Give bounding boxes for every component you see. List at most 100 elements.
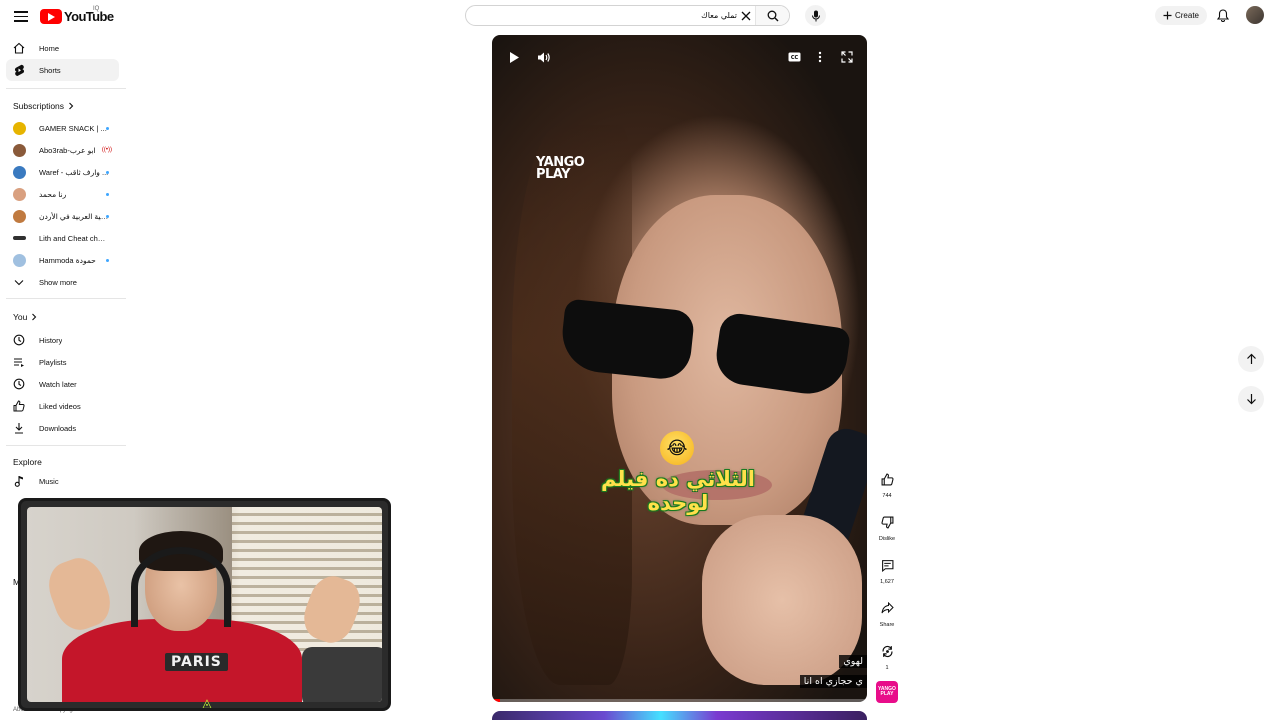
captions-button[interactable]: CC: [784, 47, 804, 67]
search-button[interactable]: [755, 6, 789, 25]
previous-short-button[interactable]: [1238, 346, 1264, 372]
like-button[interactable]: 744: [876, 468, 898, 499]
sidebar-item-playlists[interactable]: Playlists: [6, 351, 119, 373]
you-title: You: [13, 312, 28, 322]
fullscreen-button[interactable]: [837, 47, 857, 67]
sidebar-subscription-abo3rab[interactable]: Abo3rab-ابو عرب ((•)): [6, 139, 119, 161]
live-icon: ((•)): [101, 147, 112, 153]
show-more-button[interactable]: Show more: [6, 271, 119, 293]
clear-search-icon[interactable]: [737, 7, 755, 25]
playlists-icon: [12, 355, 26, 369]
dislike-button[interactable]: Dislike: [876, 511, 898, 542]
create-button[interactable]: Create: [1155, 6, 1207, 25]
video-caption: الثلاثي ده فيلم لوحده: [601, 467, 755, 515]
sidebar-subscription-gamer-snack[interactable]: GAMER SNACK | ...: [6, 117, 119, 139]
sidebar-item-home[interactable]: Home: [6, 37, 119, 59]
thumbs-down-icon: [876, 511, 898, 533]
like-count: 744: [882, 493, 892, 499]
sidebar-subscription-hammoda[interactable]: Hammoda حمودة: [6, 249, 119, 271]
menu-icon[interactable]: [12, 8, 30, 24]
comments-count: 1,627: [880, 579, 894, 585]
sidebar-subscription-waref[interactable]: Waref - وارف ثاقب ...: [6, 161, 119, 183]
channel-avatar: [13, 121, 26, 135]
sidebar-item-label: Watch later: [39, 379, 77, 389]
channel-avatar: [13, 236, 26, 240]
chevron-down-icon: [12, 275, 26, 289]
sidebar-subscription-lith[interactable]: Lith and Cheat chan...: [6, 227, 119, 249]
microphone-icon: [811, 10, 820, 21]
video-frame-hand: [702, 515, 862, 685]
shorts-video-player[interactable]: CC YANGO PLAY 😂 الثلاثي ده فيلم لوحده له…: [492, 35, 867, 702]
sidebar-item-label: History: [39, 335, 63, 345]
svg-text:CC: CC: [790, 55, 798, 61]
shirt-text: PARIS: [165, 653, 228, 671]
remix-button[interactable]: 1: [876, 640, 898, 671]
comments-button[interactable]: 1,627: [876, 554, 898, 585]
sidebar-item-shorts[interactable]: Shorts: [6, 59, 119, 81]
bell-icon: [1216, 9, 1229, 22]
new-content-dot: [106, 192, 109, 196]
play-button[interactable]: [504, 47, 524, 67]
brand-watermark-line2: PLAY: [536, 167, 571, 182]
chevron-right-icon: [69, 102, 74, 110]
subscriptions-heading[interactable]: Subscriptions: [13, 101, 74, 111]
sidebar-item-label: Home: [39, 43, 60, 53]
history-icon: [12, 333, 26, 347]
sidebar-item-label: Music: [39, 476, 59, 486]
shorts-icon: [12, 63, 26, 77]
sidebar-item-history[interactable]: History: [6, 329, 119, 351]
arrow-down-icon: [1246, 394, 1256, 405]
channel-avatar: [13, 187, 26, 201]
new-content-dot: [106, 170, 109, 174]
search-bar: [465, 5, 790, 26]
channel-avatar: [13, 165, 26, 179]
subtitle-line-2: ي حجازي اه انا: [799, 675, 867, 688]
top-bar: YouTube IQ Create: [0, 0, 1280, 32]
account-avatar[interactable]: [1246, 6, 1264, 24]
voice-search-button[interactable]: [805, 5, 826, 26]
sidebar-divider: [6, 445, 126, 446]
logo-text: YouTube: [64, 8, 114, 24]
share-button[interactable]: Share: [876, 597, 898, 628]
notifications-button[interactable]: [1213, 6, 1232, 25]
search-input[interactable]: [466, 6, 737, 25]
next-short-preview[interactable]: [492, 711, 867, 720]
channel-avatar: [13, 143, 26, 157]
channel-avatar: [13, 253, 26, 267]
youtube-play-icon: [40, 8, 62, 24]
progress-bar-fill: [492, 699, 500, 702]
new-content-dot: [106, 258, 109, 262]
webcam-overlay: PARIS ◬: [18, 498, 391, 711]
home-icon: [12, 41, 26, 55]
sidebar-item-label: GAMER SNACK | ...: [39, 123, 107, 133]
next-short-button[interactable]: [1238, 386, 1264, 412]
sidebar-item-label: Waref - وارف ثاقب ...: [39, 167, 109, 177]
headset-icon: [131, 547, 231, 627]
music-icon: [12, 474, 26, 488]
sidebar-item-downloads[interactable]: Downloads: [6, 417, 119, 439]
subtitle-line-1: لهوي: [839, 655, 867, 668]
new-content-dot: [106, 214, 109, 218]
sidebar-item-music[interactable]: Music: [6, 470, 119, 492]
sidebar-item-watch-later[interactable]: Watch later: [6, 373, 119, 395]
sidebar-item-label: حر مجية العربية في الأردن: [39, 211, 109, 221]
you-heading[interactable]: You: [13, 312, 37, 322]
sidebar-item-label: Shorts: [39, 65, 61, 75]
progress-bar[interactable]: [492, 699, 867, 702]
sidebar-subscription-jordan[interactable]: حر مجية العربية في الأردن: [6, 205, 119, 227]
youtube-logo[interactable]: YouTube: [40, 8, 114, 24]
create-label: Create: [1174, 11, 1199, 20]
volume-button[interactable]: [534, 47, 554, 67]
download-icon: [12, 421, 26, 435]
thumbs-up-icon: [12, 399, 26, 413]
sidebar-item-liked-videos[interactable]: Liked videos: [6, 395, 119, 417]
channel-thumbnail[interactable]: YANGO PLAY: [876, 681, 898, 703]
more-options-button[interactable]: [810, 47, 830, 67]
sidebar-item-label: رنا محمد: [39, 189, 67, 199]
sidebar-subscription-rana[interactable]: رنا محمد: [6, 183, 119, 205]
chevron-right-icon: [32, 313, 37, 321]
share-label: Share: [879, 622, 895, 628]
sidebar-item-label: Hammoda حمودة: [39, 255, 96, 265]
sidebar-item-label: Liked videos: [39, 401, 81, 411]
sidebar-item-label: Abo3rab-ابو عرب: [39, 145, 96, 155]
